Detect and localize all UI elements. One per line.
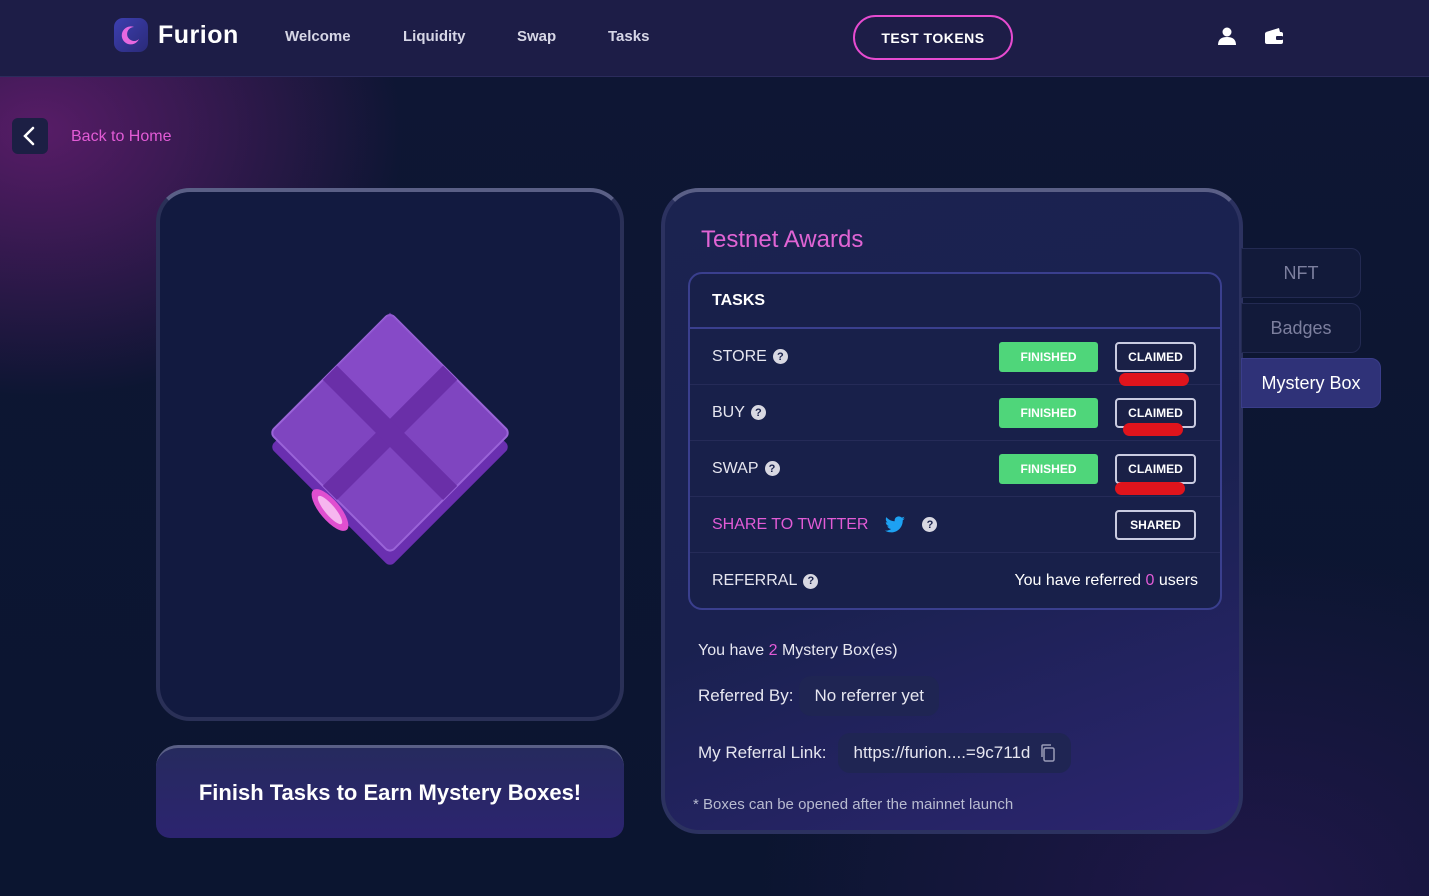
nav-welcome[interactable]: Welcome (285, 28, 351, 45)
shared-button[interactable]: SHARED (1115, 509, 1196, 540)
moon-logo-icon (114, 18, 148, 52)
task-name: SWAP (712, 459, 759, 477)
red-scribble-mark (1123, 423, 1183, 436)
referral-link-label: My Referral Link: (698, 743, 827, 762)
referral-suffix: users (1158, 572, 1198, 589)
referred-by-line: Referred By: No referrer yet (698, 676, 940, 716)
footnote: * Boxes can be opened after the mainnet … (693, 796, 1014, 813)
mystery-box-image (271, 312, 509, 565)
nav-swap[interactable]: Swap (517, 28, 556, 45)
referral-count-text: You have referred 0 users (1014, 572, 1198, 590)
help-icon[interactable]: ? (764, 461, 780, 476)
tasks-header: TASKS (690, 274, 1220, 329)
chevron-left-icon (23, 126, 35, 146)
copy-icon[interactable] (1040, 744, 1056, 762)
task-row-referral: REFERRAL ? You have referred 0 users (690, 553, 1220, 608)
finished-badge: FINISHED (999, 397, 1098, 428)
task-row-share-twitter: SHARE TO TWITTER ? SHARED (690, 497, 1220, 553)
mystery-box-count: 2 (768, 642, 778, 659)
task-row-store: STORE ? FINISHED CLAIMED (690, 329, 1220, 386)
tasks-panel: TASKS STORE ? FINISHED CLAIMED BUY ? FIN… (688, 272, 1222, 610)
help-icon[interactable]: ? (922, 517, 938, 532)
task-label: REFERRAL ? (712, 572, 819, 590)
nav-liquidity[interactable]: Liquidity (403, 28, 466, 45)
twitter-icon[interactable] (884, 515, 906, 534)
mystery-suffix: Mystery Box(es) (781, 642, 898, 659)
referred-by-label: Referred By: (698, 686, 794, 705)
nav-tasks[interactable]: Tasks (608, 28, 649, 45)
task-label: SHARE TO TWITTER ? (712, 515, 938, 534)
tab-mystery-box[interactable]: Mystery Box (1241, 358, 1381, 408)
task-name[interactable]: SHARE TO TWITTER (712, 516, 868, 534)
help-icon[interactable]: ? (803, 573, 819, 589)
brand-name: Furion (158, 20, 239, 49)
mystery-box-preview (156, 188, 624, 721)
referral-link-box[interactable]: https://furion....=9c711d (838, 733, 1072, 773)
mystery-prefix: You have (698, 642, 765, 659)
task-row-buy: BUY ? FINISHED CLAIMED (690, 385, 1220, 441)
referral-link-line: My Referral Link: https://furion....=9c7… (698, 733, 1072, 773)
task-name: REFERRAL (712, 572, 798, 589)
finished-badge: FINISHED (999, 453, 1098, 484)
task-label: SWAP ? (712, 460, 780, 478)
task-name: STORE (712, 347, 767, 365)
awards-title: Testnet Awards (701, 226, 864, 253)
wallet-icon[interactable] (1263, 25, 1285, 47)
referral-prefix: You have referred (1014, 572, 1142, 589)
tab-nft[interactable]: NFT (1241, 248, 1361, 298)
task-row-swap: SWAP ? FINISHED CLAIMED (690, 441, 1220, 497)
back-to-home-link[interactable]: Back to Home (71, 128, 171, 146)
tab-badges[interactable]: Badges (1241, 303, 1361, 353)
claimed-button[interactable]: CLAIMED (1115, 341, 1196, 372)
brand-logo[interactable]: Furion (114, 18, 239, 52)
mystery-box-count-line: You have 2 Mystery Box(es) (698, 642, 898, 660)
referral-count: 0 (1145, 572, 1155, 589)
task-label: BUY ? (712, 404, 766, 422)
claimed-button[interactable]: CLAIMED (1115, 453, 1196, 484)
earn-boxes-banner: Finish Tasks to Earn Mystery Boxes! (156, 745, 624, 838)
back-button[interactable] (12, 118, 48, 154)
task-label: STORE ? (712, 348, 788, 366)
referred-by-value: No referrer yet (799, 676, 940, 716)
testnet-awards-card: Testnet Awards TASKS STORE ? FINISHED CL… (661, 188, 1243, 834)
user-icon[interactable] (1216, 25, 1238, 47)
earn-boxes-text: Finish Tasks to Earn Mystery Boxes! (198, 780, 582, 805)
task-name: BUY (712, 403, 745, 421)
help-icon[interactable]: ? (750, 405, 766, 420)
help-icon[interactable]: ? (772, 349, 788, 364)
top-navbar: Furion Welcome Liquidity Swap Tasks TEST… (0, 0, 1429, 77)
referral-link-value[interactable]: https://furion....=9c711d (853, 743, 1030, 763)
finished-badge: FINISHED (999, 341, 1098, 372)
test-tokens-button[interactable]: TEST TOKENS (853, 15, 1013, 60)
red-scribble-mark (1115, 482, 1185, 495)
